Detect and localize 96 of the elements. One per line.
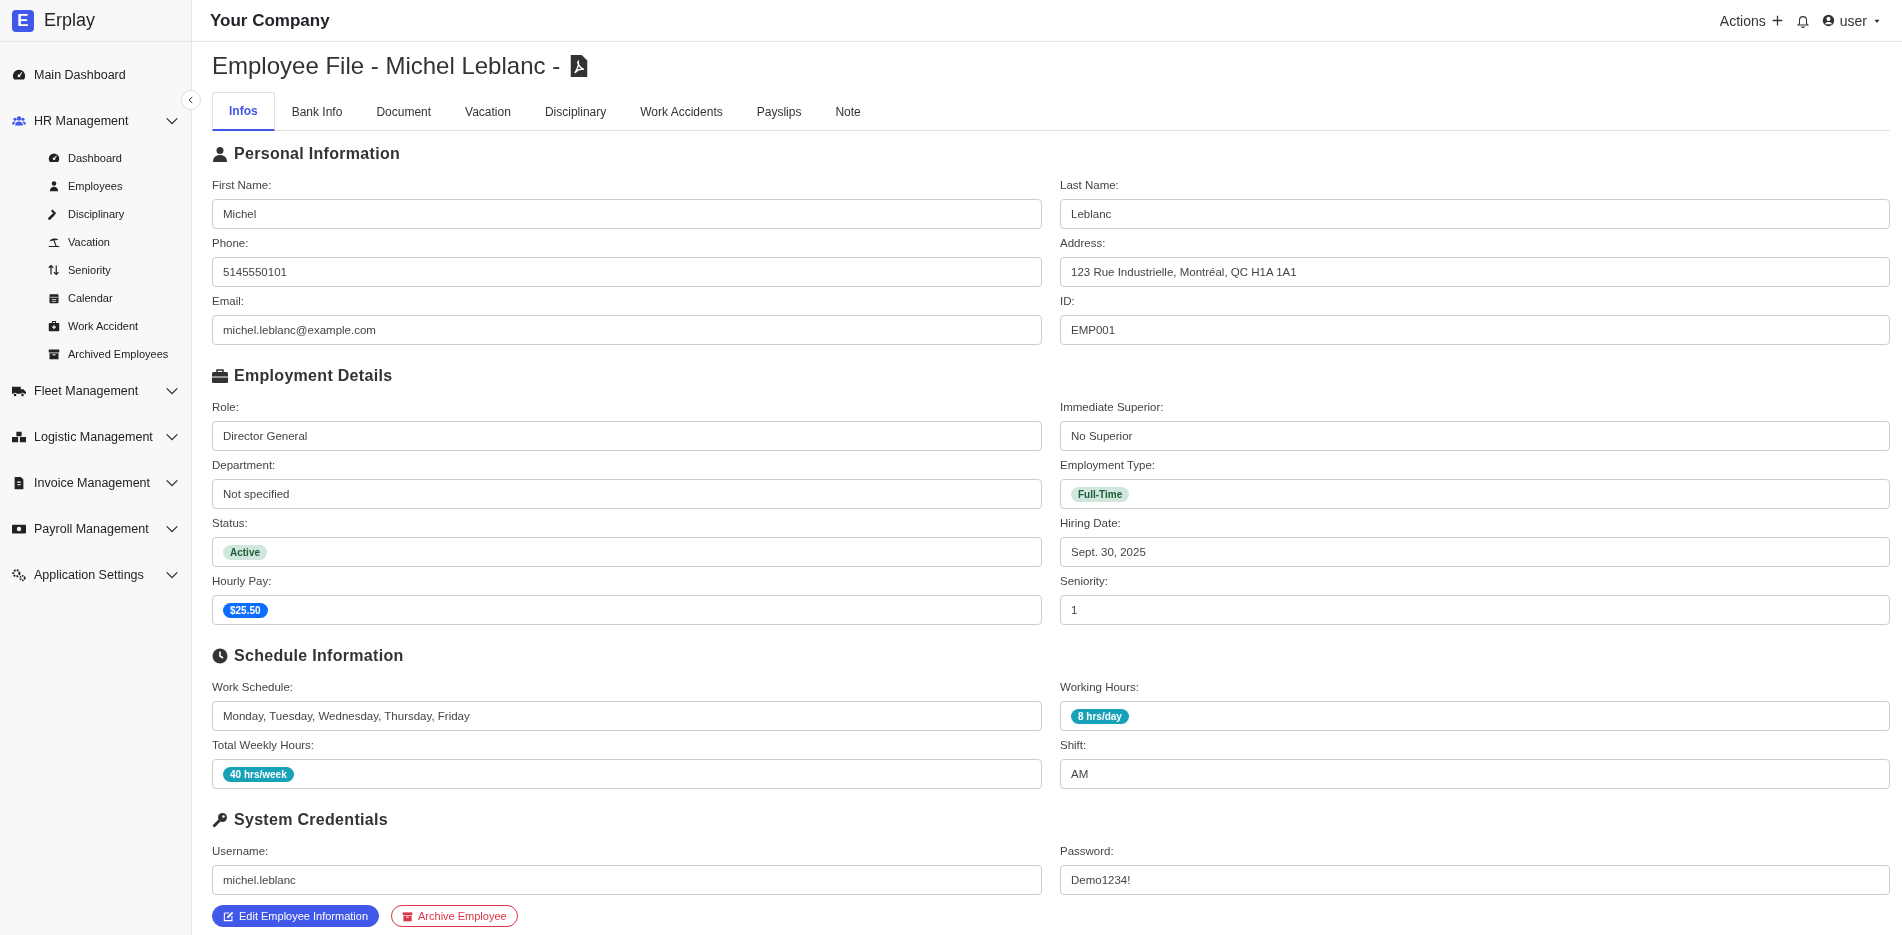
user-icon	[212, 146, 228, 162]
tab[interactable]: Bank Info	[274, 92, 360, 131]
field-label: Password:	[1060, 845, 1115, 857]
tab[interactable]: Note	[818, 92, 878, 131]
archive-box-icon	[48, 348, 60, 360]
app-name: Erplay	[44, 10, 96, 31]
field-label: ID:	[1060, 295, 1076, 307]
tab[interactable]: Payslips	[739, 92, 819, 131]
sidebar-subitem[interactable]: Dashboard	[0, 144, 191, 172]
tab[interactable]: Vacation	[448, 92, 528, 131]
sort-arrows-icon	[48, 264, 60, 276]
umbrella-beach-icon	[48, 236, 60, 248]
input-field[interactable]: 5145550101	[212, 257, 1042, 287]
sidebar-item[interactable]: Payroll Management	[0, 506, 191, 552]
user-circle-icon	[1821, 14, 1835, 27]
field-label: Status:	[212, 517, 249, 529]
field-label: Phone:	[212, 237, 250, 249]
key-icon	[212, 812, 228, 828]
tab[interactable]: Infos	[212, 92, 275, 131]
tab[interactable]: Disciplinary	[527, 92, 624, 131]
chevron-left-icon	[186, 95, 196, 105]
sidebar-item[interactable]: Invoice Management	[0, 460, 191, 506]
sidebar-subitem[interactable]: Seniority	[0, 256, 191, 284]
value-badge: 8 hrs/day	[1071, 708, 1129, 724]
app-logo[interactable]: E	[12, 9, 34, 32]
edit-button[interactable]: Edit Employee Information	[212, 905, 379, 927]
sidebar-item[interactable]: Application Settings	[0, 552, 191, 598]
clock-icon	[212, 648, 228, 664]
field-label: Hiring Date:	[1060, 517, 1122, 529]
edit-icon	[223, 910, 234, 922]
field-label: Seniority:	[1060, 575, 1109, 587]
section-heading: Schedule Information	[234, 647, 404, 665]
input-field[interactable]: No Superior	[1060, 421, 1890, 451]
input-field[interactable]: Demo1234!	[1060, 865, 1890, 895]
field-label: Shift:	[1060, 739, 1088, 751]
page-title: Employee File - Michel Leblanc -	[212, 52, 561, 80]
tab[interactable]: Document	[359, 92, 449, 131]
sidebar-subitem[interactable]: Archived Employees	[0, 340, 191, 368]
calendar-icon	[48, 292, 60, 304]
briefcase-icon	[212, 368, 228, 384]
section-heading: Employment Details	[234, 367, 393, 385]
input-field[interactable]: Not specified	[212, 479, 1042, 509]
sidebar-item[interactable]: Fleet Management	[0, 368, 191, 414]
notifications-button[interactable]	[1795, 13, 1810, 28]
company-name: Your Company	[210, 10, 330, 31]
value-badge: $25.50	[223, 602, 268, 618]
input-field[interactable]: AM	[1060, 759, 1890, 789]
bell-icon	[1795, 13, 1810, 28]
archive-box-icon	[402, 910, 413, 922]
field-label: Username:	[212, 845, 270, 857]
value-badge: 40 hrs/week	[223, 766, 294, 782]
field-label: Department:	[212, 459, 277, 471]
gauge-icon	[48, 152, 60, 164]
field-label: Hourly Pay:	[212, 575, 273, 587]
field-label: Immediate Superior:	[1060, 401, 1165, 413]
field-label: Last Name:	[1060, 179, 1120, 191]
medical-kit-icon	[48, 320, 60, 332]
input-field[interactable]: Full-Time	[1060, 479, 1890, 509]
sidebar-subitem[interactable]: Work Accident	[0, 312, 191, 340]
value-badge: Active	[223, 544, 267, 560]
plus-icon	[1770, 14, 1784, 27]
user-menu[interactable]: user	[1821, 12, 1882, 29]
input-field[interactable]: Active	[212, 537, 1042, 567]
value-badge: Full-Time	[1071, 486, 1130, 502]
input-field[interactable]: 123 Rue Industrielle, Montréal, QC H1A 1A1	[1060, 257, 1890, 287]
section-heading: Personal Information	[234, 145, 401, 163]
input-field[interactable]: Leblanc	[1060, 199, 1890, 229]
sidebar-item[interactable]: Main Dashboard	[0, 52, 191, 98]
field-label: Working Hours:	[1060, 681, 1141, 693]
sidebar-subitem[interactable]: Calendar	[0, 284, 191, 312]
input-field[interactable]: 1	[1060, 595, 1890, 625]
archive-button[interactable]: Archive Employee	[391, 905, 518, 927]
input-field[interactable]: $25.50	[212, 595, 1042, 625]
actions-button[interactable]: Actions	[1719, 12, 1784, 29]
input-field[interactable]: Michel	[212, 199, 1042, 229]
input-field[interactable]: Director General	[212, 421, 1042, 451]
field-label: Total Weekly Hours:	[212, 739, 316, 751]
tab[interactable]: Work Accidents	[623, 92, 740, 131]
sidebar-subitem[interactable]: Disciplinary	[0, 200, 191, 228]
field-label: Work Schedule:	[212, 681, 294, 693]
sidebar-subitem[interactable]: Vacation	[0, 228, 191, 256]
input-field[interactable]: EMP001	[1060, 315, 1890, 345]
field-label: Email:	[212, 295, 245, 307]
input-field[interactable]: Sept. 30, 2025	[1060, 537, 1890, 567]
section-heading: System Credentials	[234, 811, 388, 829]
sidebar-subitem[interactable]: Employees	[0, 172, 191, 200]
field-label: Address:	[1060, 237, 1107, 249]
input-field[interactable]: michel.leblanc	[212, 865, 1042, 895]
user-tie-icon	[48, 180, 60, 192]
input-field[interactable]: Monday, Tuesday, Wednesday, Thursday, Friday	[212, 701, 1042, 731]
field-label: Role:	[212, 401, 240, 413]
sidebar-item[interactable]: HR Management	[0, 98, 191, 144]
input-field[interactable]: michel.leblanc@example.com	[212, 315, 1042, 345]
field-label: Employment Type:	[1060, 459, 1157, 471]
sidebar-item[interactable]: Logistic Management	[0, 414, 191, 460]
field-label: First Name:	[212, 179, 273, 191]
